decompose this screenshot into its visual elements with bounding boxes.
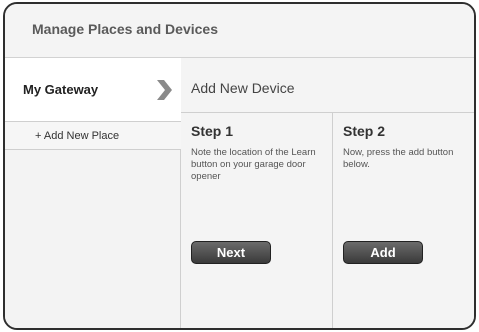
step-2-column: Step 2 Now, press the add button below. … — [333, 113, 474, 328]
step-2-heading: Step 2 — [343, 123, 386, 139]
next-button[interactable]: Next — [191, 241, 271, 264]
app-frame: Manage Places and Devices My Gateway + A… — [3, 2, 476, 330]
step-1-description: Note the location of the Learn button on… — [191, 147, 316, 182]
header: Manage Places and Devices — [5, 4, 474, 58]
add-new-place-button[interactable]: + Add New Place — [5, 122, 181, 150]
sidebar-item-my-gateway[interactable]: My Gateway — [5, 58, 181, 122]
step-1-column: Step 1 Note the location of the Learn bu… — [181, 113, 333, 328]
step-1-heading: Step 1 — [191, 123, 234, 139]
sidebar: My Gateway + Add New Place — [5, 58, 181, 328]
step-2-description: Now, press the add button below. — [343, 147, 454, 170]
main-panel: Add New Device Step 1 Note the location … — [181, 58, 474, 328]
add-button[interactable]: Add — [343, 241, 423, 264]
add-new-place-label: + Add New Place — [35, 130, 120, 142]
chevron-right-icon — [155, 78, 173, 107]
sidebar-item-label: My Gateway — [23, 82, 99, 97]
section-title: Add New Device — [191, 80, 295, 96]
page-title: Manage Places and Devices — [32, 21, 218, 37]
